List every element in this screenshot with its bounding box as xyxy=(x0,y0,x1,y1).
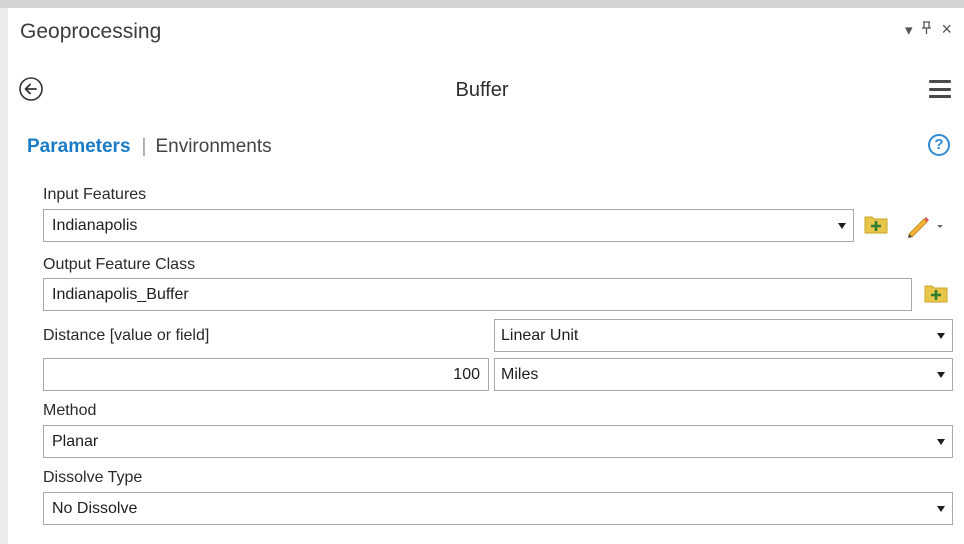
pencil-icon xyxy=(908,217,943,238)
distance-value: 100 xyxy=(453,366,480,383)
hamburger-icon-line xyxy=(929,80,951,83)
folder-add-icon xyxy=(864,216,888,234)
chevron-down-icon xyxy=(937,506,945,512)
distance-unit-value: Miles xyxy=(501,366,539,383)
back-button[interactable] xyxy=(18,76,44,102)
method-value: Planar xyxy=(52,433,99,450)
input-features-select[interactable]: Indianapolis xyxy=(43,209,854,242)
method-select[interactable]: Planar xyxy=(43,425,953,458)
distance-value-input[interactable]: 100 xyxy=(43,358,489,391)
chevron-down-icon xyxy=(937,333,945,339)
pin-icon[interactable] xyxy=(921,20,932,39)
browse-output-button[interactable] xyxy=(924,281,948,305)
method-label: Method xyxy=(43,402,97,419)
browse-input-button[interactable] xyxy=(864,212,888,236)
tool-title: Buffer xyxy=(455,79,509,101)
left-edge xyxy=(0,8,8,544)
hamburger-icon-line xyxy=(929,95,951,98)
output-feature-class-input[interactable]: Indianapolis_Buffer xyxy=(43,278,912,311)
close-icon[interactable]: × xyxy=(941,19,952,40)
pane-title: Geoprocessing xyxy=(20,20,162,43)
tab-bar: Parameters | Environments xyxy=(27,136,272,158)
tool-menu-button[interactable] xyxy=(929,80,951,98)
dissolve-type-label: Dissolve Type xyxy=(43,469,143,486)
tab-parameters[interactable]: Parameters xyxy=(27,136,131,158)
distance-label: Distance [value or field] xyxy=(43,327,210,344)
help-icon: ? xyxy=(934,136,944,153)
dissolve-type-select[interactable]: No Dissolve xyxy=(43,492,953,525)
distance-unit-select[interactable]: Miles xyxy=(494,358,953,391)
input-features-value: Indianapolis xyxy=(52,217,138,234)
chevron-down-icon xyxy=(937,372,945,378)
help-button[interactable]: ? xyxy=(928,134,950,156)
hamburger-icon-line xyxy=(929,87,951,91)
distance-type-select[interactable]: Linear Unit xyxy=(494,319,953,352)
input-features-label: Input Features xyxy=(43,186,147,203)
chevron-down-icon xyxy=(838,223,846,229)
output-feature-class-label: Output Feature Class xyxy=(43,256,196,273)
chevron-down-icon xyxy=(937,439,945,445)
tab-separator: | xyxy=(141,136,147,157)
top-edge xyxy=(0,0,964,8)
folder-add-icon xyxy=(924,285,948,303)
output-feature-class-value: Indianapolis_Buffer xyxy=(52,286,189,303)
pane-options-dropdown-icon[interactable]: ▾ xyxy=(905,21,913,39)
pane-controls: ▾ × xyxy=(905,19,952,40)
create-features-button[interactable] xyxy=(905,212,945,238)
dissolve-type-value: No Dissolve xyxy=(52,500,138,517)
distance-type-value: Linear Unit xyxy=(501,327,579,344)
tab-environments[interactable]: Environments xyxy=(155,136,271,158)
back-arrow-icon xyxy=(19,77,43,101)
